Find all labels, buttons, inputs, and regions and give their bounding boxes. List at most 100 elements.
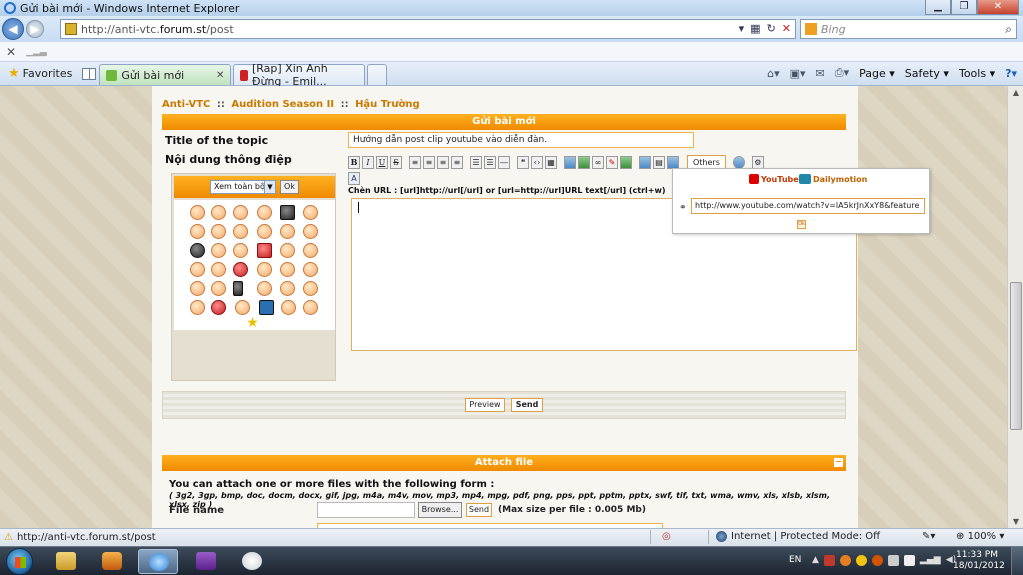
ordered-list-icon[interactable]: ☰	[484, 155, 496, 169]
close-tab-icon[interactable]: ✕	[210, 70, 224, 81]
smiley-icon[interactable]	[281, 300, 296, 315]
tray-app-icon[interactable]	[871, 555, 883, 566]
scroll-down-icon[interactable]: ▼	[1011, 517, 1021, 526]
media-icon[interactable]	[578, 155, 590, 169]
scroll-thumb[interactable]	[1010, 282, 1022, 430]
settings-icon[interactable]: ⚙	[751, 155, 764, 169]
align-right-icon[interactable]: ≡	[437, 155, 449, 169]
smiley-icon[interactable]	[211, 243, 226, 258]
size-icon[interactable]: ▤	[653, 155, 665, 169]
tab-gui-bai-moi[interactable]: Gửi bài mới ✕	[99, 64, 232, 85]
rose-smiley-icon[interactable]	[233, 262, 248, 277]
image-icon[interactable]	[564, 155, 576, 169]
topic-title-input[interactable]: Hướng dẫn post clip youtube vào diễn đàn…	[348, 132, 694, 148]
breadcrumb-link[interactable]: Audition Season II	[231, 99, 334, 110]
preview-button[interactable]: Preview	[465, 398, 505, 412]
taskbar-internet-explorer[interactable]	[138, 549, 178, 574]
smiley-icon[interactable]	[235, 300, 250, 315]
font-color-icon[interactable]: A	[348, 172, 360, 185]
tray-arrow-icon[interactable]: ▲	[812, 555, 819, 566]
tray-app-icon[interactable]	[839, 555, 851, 566]
print-icon[interactable]: ⎙▾	[835, 66, 849, 80]
collapse-icon[interactable]: −	[834, 458, 843, 467]
underline-button[interactable]: U	[376, 155, 388, 169]
smilies-ok-button[interactable]: Ok	[280, 180, 299, 194]
strike-button[interactable]: S	[390, 155, 402, 169]
security-zone[interactable]: Internet | Protected Mode: Off	[716, 531, 880, 542]
smiley-icon[interactable]	[280, 243, 295, 258]
network-icon[interactable]: ▂▄▆	[920, 555, 941, 566]
help-menu[interactable]: ?▾	[1005, 67, 1017, 80]
heart-smiley-icon[interactable]	[211, 300, 226, 315]
camera-smiley-icon[interactable]	[280, 205, 295, 220]
gift-smiley-icon[interactable]	[257, 243, 272, 258]
smiley-icon[interactable]	[233, 224, 248, 239]
add-ons-icon[interactable]: ✎▾	[922, 531, 935, 542]
smiley-icon[interactable]	[280, 224, 295, 239]
tray-app-icon[interactable]	[855, 555, 867, 566]
scroll-up-icon[interactable]: ▲	[1011, 88, 1021, 97]
attach-send-button[interactable]: Send	[466, 503, 492, 517]
compat-view-icon[interactable]: ▦	[750, 22, 760, 35]
search-icon[interactable]: ⌕	[1005, 22, 1012, 37]
align-center-icon[interactable]: ≡	[423, 155, 435, 169]
favorites-button[interactable]: ★ Favorites	[4, 63, 76, 83]
font-icon[interactable]	[639, 155, 651, 169]
smiley-icon[interactable]	[233, 243, 248, 258]
breadcrumb-link[interactable]: Hậu Trường	[355, 99, 420, 110]
smiley-icon[interactable]	[257, 281, 272, 296]
smiley-icon[interactable]	[190, 300, 205, 315]
smiley-icon[interactable]	[280, 281, 295, 296]
privacy-icon[interactable]: ◎	[662, 531, 671, 542]
smiley-icon[interactable]	[190, 205, 205, 220]
clock[interactable]: 11:33 PM 18/01/2012	[953, 550, 1005, 572]
close-strip-icon[interactable]: ✕	[6, 45, 16, 59]
dropdown-icon[interactable]: ▾	[739, 22, 745, 35]
video-icon[interactable]	[620, 155, 632, 169]
language-indicator[interactable]: EN	[789, 555, 801, 565]
tab-youtube-rap[interactable]: [Rap] Xin Anh Đừng - Emil...	[233, 62, 366, 88]
video-url-input[interactable]: http://www.youtube.com/watch?v=lA5krJnXx…	[691, 198, 925, 214]
page-menu[interactable]: Page ▾	[859, 67, 895, 80]
smiley-icon[interactable]	[211, 262, 226, 277]
feeds-icon[interactable]: ▣▾	[790, 67, 806, 80]
back-button[interactable]: ◀	[2, 18, 24, 40]
smilies-select[interactable]: Xem toàn bộ ▼	[210, 180, 276, 194]
smiley-icon[interactable]	[303, 224, 318, 239]
taskbar-yahoo-messenger[interactable]	[186, 549, 226, 574]
start-button[interactable]	[6, 548, 33, 575]
taskbar-media-player[interactable]	[92, 549, 132, 574]
mail-icon[interactable]: ✉	[816, 67, 825, 80]
phone-smiley-icon[interactable]	[233, 281, 243, 296]
quote-icon[interactable]: ❝	[517, 155, 529, 169]
smiley-icon[interactable]	[303, 205, 318, 220]
help-icon[interactable]	[732, 155, 745, 169]
tray-app-icon[interactable]	[823, 555, 835, 566]
safety-menu[interactable]: Safety ▾	[905, 67, 949, 80]
restore-button[interactable]: ❐	[951, 0, 977, 15]
align-left-icon[interactable]: ≡	[409, 155, 421, 169]
tray-app-icon[interactable]	[887, 555, 899, 566]
hr-icon[interactable]: ―	[498, 155, 510, 169]
action-center-icon[interactable]	[903, 555, 915, 566]
smiley-icon[interactable]	[303, 281, 318, 296]
file-path-input[interactable]	[317, 502, 415, 518]
smiley-icon[interactable]	[257, 224, 272, 239]
search-input[interactable]: Bing ⌕	[800, 19, 1017, 39]
vertical-scrollbar[interactable]: ▲ ▼	[1007, 86, 1023, 528]
show-desktop-button[interactable]	[1011, 547, 1023, 575]
smiley-icon[interactable]	[303, 300, 318, 315]
italic-button[interactable]: I	[362, 155, 374, 169]
list-icon[interactable]: ☰	[470, 155, 482, 169]
close-window-button[interactable]: ✕	[977, 0, 1019, 15]
smiley-icon[interactable]	[280, 262, 295, 277]
quick-tabs-icon[interactable]	[82, 68, 97, 80]
forward-button[interactable]: ▶	[26, 20, 44, 38]
link-icon[interactable]: ∞	[592, 155, 604, 169]
browse-button[interactable]: Browse...	[418, 502, 462, 518]
youtube-option[interactable]: YouTube	[749, 174, 799, 184]
taskbar-paint[interactable]	[232, 549, 272, 574]
minimize-button[interactable]: ▁	[925, 0, 951, 15]
smiley-icon[interactable]	[257, 262, 272, 277]
headphones-smiley-icon[interactable]	[190, 243, 205, 258]
